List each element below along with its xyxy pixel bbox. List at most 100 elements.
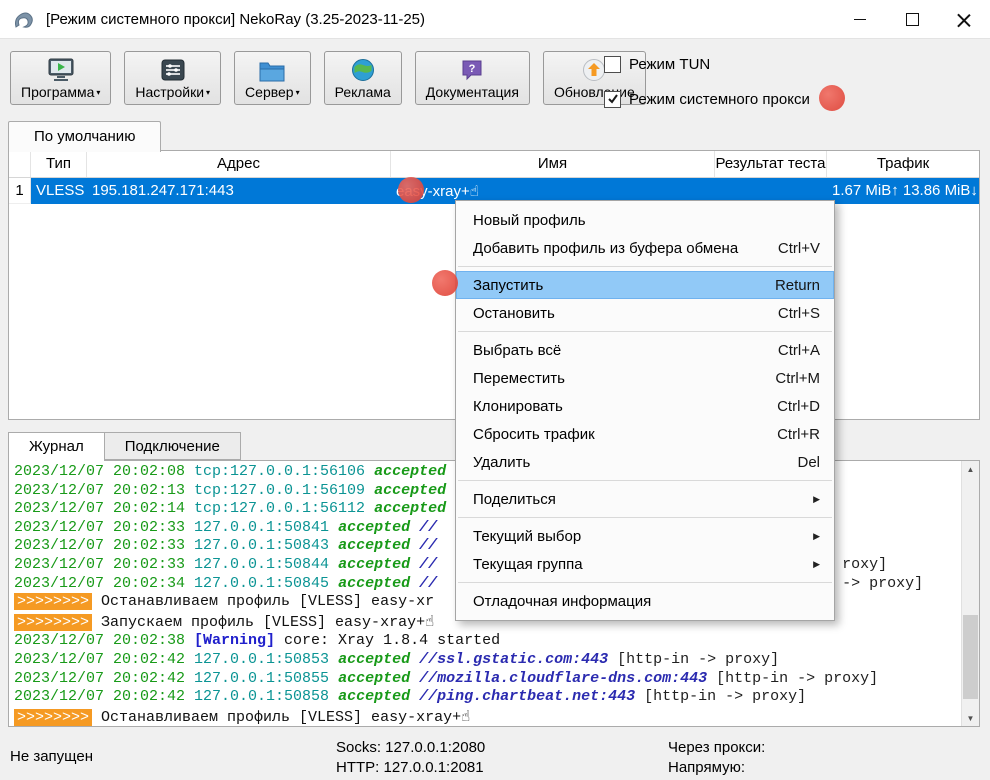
table-header-type[interactable]: Тип: [31, 151, 87, 177]
table-header-gutter: [9, 151, 31, 177]
checkbox-unchecked-icon: [604, 56, 621, 73]
ads-button-label: Реклама: [335, 84, 391, 100]
settings-button-label: Настройки: [135, 84, 204, 100]
log-line: >>>>>>>> Останавливаем профиль [VLESS] e…: [14, 707, 959, 727]
table-header-row: Тип Адрес Имя Результат теста Трафик: [9, 151, 979, 178]
menu-item-debug-info[interactable]: Отладочная информация: [456, 587, 834, 615]
log-line: 2023/12/07 20:02:42 127.0.0.1:50858 acce…: [14, 688, 959, 707]
context-menu: Новый профиль Добавить профиль из буфера…: [455, 200, 835, 621]
server-button[interactable]: Сервер▾: [234, 51, 311, 105]
menu-item-current-selection[interactable]: Текущий выбор ▶: [456, 522, 834, 550]
close-button[interactable]: [938, 0, 990, 38]
program-button[interactable]: Программа▾: [10, 51, 111, 105]
dropdown-arrow-icon: ▾: [96, 86, 100, 100]
click-annotation: [398, 177, 424, 203]
shortcut-label: Ctrl+A: [778, 342, 820, 359]
menu-item-new-profile[interactable]: Новый профиль: [456, 206, 834, 234]
submenu-arrow-icon: ▶: [813, 494, 820, 505]
tab-connection-label: Подключение: [125, 438, 220, 455]
log-scrollbar[interactable]: ▲ ▼: [961, 461, 979, 726]
system-proxy-label: Режим системного прокси: [629, 91, 810, 108]
menu-separator: [458, 266, 832, 267]
close-icon: [957, 12, 971, 26]
globe-icon: [351, 56, 375, 82]
submenu-arrow-icon: ▶: [813, 559, 820, 570]
menu-item-select-all[interactable]: Выбрать всё Ctrl+A: [456, 336, 834, 364]
toolbar: Программа▾ Настройки▾ Сервер▾ Реклама ? …: [0, 39, 990, 119]
group-tab-label: По умолчанию: [34, 128, 135, 145]
menu-separator: [458, 517, 832, 518]
status-direct: Напрямую:: [668, 758, 765, 778]
shortcut-label: Ctrl+R: [777, 426, 820, 443]
program-icon: [48, 56, 74, 82]
minimize-icon: [854, 19, 866, 20]
shortcut-label: Ctrl+S: [778, 305, 820, 322]
cell-address: 195.181.247.171:443: [87, 178, 391, 204]
table-header-traffic[interactable]: Трафик: [827, 151, 979, 177]
row-number: 1: [9, 178, 31, 204]
table-header-address[interactable]: Адрес: [87, 151, 391, 177]
documentation-button[interactable]: ? Документация: [415, 51, 530, 105]
menu-item-start[interactable]: Запустить Return: [456, 271, 834, 299]
menu-item-reset-traffic[interactable]: Сбросить трафик Ctrl+R: [456, 420, 834, 448]
bottom-tab-bar: Журнал Подключение: [8, 432, 241, 461]
window-title: [Режим системного прокси] NekoRay (3.25-…: [46, 11, 425, 28]
scroll-down-icon[interactable]: ▼: [962, 710, 979, 726]
menu-item-clone[interactable]: Клонировать Ctrl+D: [456, 392, 834, 420]
menu-separator: [458, 480, 832, 481]
ads-button[interactable]: Реклама: [324, 51, 402, 105]
help-bubble-icon: ?: [460, 56, 484, 82]
scroll-up-icon[interactable]: ▲: [962, 461, 979, 477]
status-proxy-ports: Socks: 127.0.0.1:2080 HTTP: 127.0.0.1:20…: [336, 738, 485, 778]
shortcut-label: Ctrl+V: [778, 240, 820, 257]
minimize-button[interactable]: [834, 0, 886, 38]
click-annotation: [819, 85, 845, 111]
menu-item-stop[interactable]: Остановить Ctrl+S: [456, 299, 834, 327]
cell-traffic: 1.67 MiB↑ 13.86 MiB↓: [827, 178, 979, 204]
scrollbar-thumb[interactable]: [963, 615, 978, 700]
click-annotation: [432, 270, 458, 296]
cell-type: VLESS: [31, 178, 87, 204]
status-routing: Через прокси: Напрямую:: [668, 738, 765, 778]
menu-item-move[interactable]: Переместить Ctrl+M: [456, 364, 834, 392]
menu-separator: [458, 582, 832, 583]
menu-item-add-from-clipboard[interactable]: Добавить профиль из буфера обмена Ctrl+V: [456, 234, 834, 262]
menu-item-delete[interactable]: Удалить Del: [456, 448, 834, 476]
maximize-icon: [906, 13, 919, 26]
dropdown-arrow-icon: ▾: [206, 86, 210, 100]
status-socks: Socks: 127.0.0.1:2080: [336, 738, 485, 758]
settings-icon: [161, 56, 185, 82]
log-line: 2023/12/07 20:02:42 127.0.0.1:50853 acce…: [14, 651, 959, 670]
group-tab-default[interactable]: По умолчанию: [8, 121, 161, 152]
hand-emoji-icon: ☝: [470, 182, 479, 200]
menu-item-current-group[interactable]: Текущая группа ▶: [456, 550, 834, 578]
table-header-name[interactable]: Имя: [391, 151, 715, 177]
dropdown-arrow-icon: ▾: [296, 86, 300, 100]
menu-item-share[interactable]: Поделиться ▶: [456, 485, 834, 513]
tun-mode-label: Режим TUN: [629, 56, 710, 73]
shortcut-label: Del: [797, 454, 820, 471]
maximize-button[interactable]: [886, 0, 938, 38]
program-button-label: Программа: [21, 84, 94, 100]
log-line: 2023/12/07 20:02:42 127.0.0.1:50855 acce…: [14, 670, 959, 689]
log-line: 2023/12/07 20:02:38 [Warning] core: Xray…: [14, 632, 959, 651]
tab-connection[interactable]: Подключение: [104, 432, 241, 460]
svg-text:?: ?: [469, 63, 476, 75]
status-http: HTTP: 127.0.0.1:2081: [336, 758, 485, 778]
tab-log-label: Журнал: [29, 438, 84, 455]
table-header-test-result[interactable]: Результат теста: [715, 151, 827, 177]
shortcut-label: Ctrl+M: [775, 370, 820, 387]
status-via-proxy: Через прокси:: [668, 738, 765, 758]
server-folder-icon: [259, 56, 285, 82]
settings-button[interactable]: Настройки▾: [124, 51, 221, 105]
app-logo-icon: [12, 7, 36, 31]
update-arrow-icon: [582, 56, 606, 82]
status-state: Не запущен: [10, 748, 93, 765]
system-proxy-checkbox[interactable]: Режим системного прокси: [604, 90, 810, 108]
titlebar: [Режим системного прокси] NekoRay (3.25-…: [0, 0, 990, 39]
tun-mode-checkbox[interactable]: Режим TUN: [604, 55, 810, 73]
status-bar: Не запущен Socks: 127.0.0.1:2080 HTTP: 1…: [0, 735, 990, 780]
shortcut-label: Return: [775, 277, 820, 294]
tab-log[interactable]: Журнал: [8, 432, 105, 461]
window-controls: [834, 0, 990, 38]
